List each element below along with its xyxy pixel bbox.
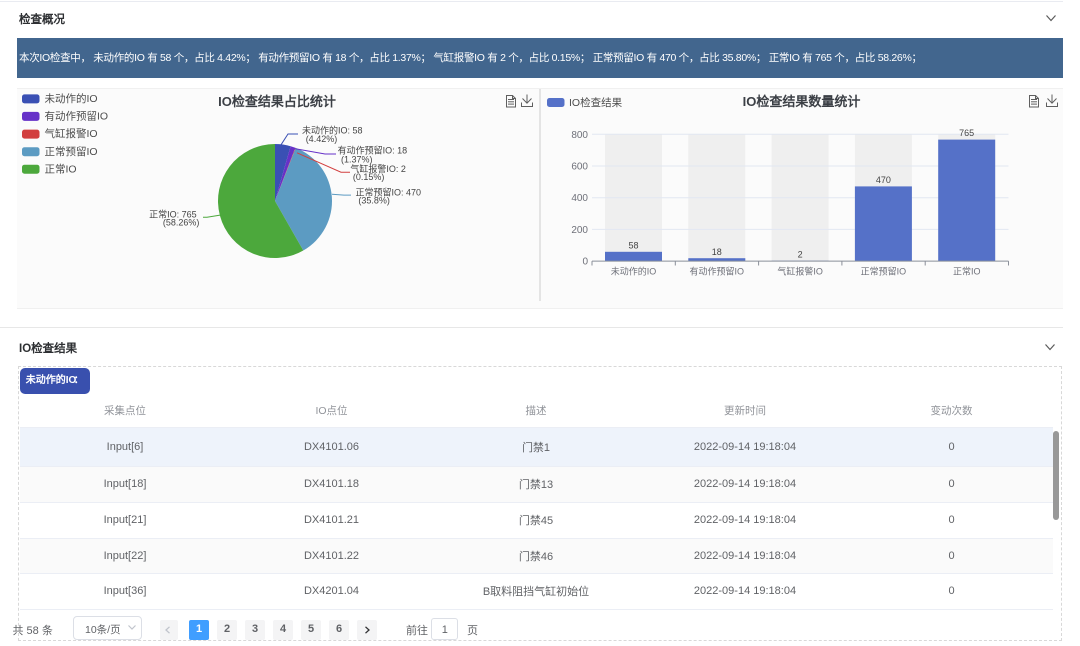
svg-text:正常预留IO: 正常预留IO — [861, 266, 907, 277]
svg-text:IO检查结果数量统计: IO检查结果数量统计 — [743, 94, 861, 109]
svg-text:未动作的IO: 未动作的IO — [45, 92, 98, 105]
svg-text:200: 200 — [571, 225, 588, 236]
svg-text:气缸报警IO: 气缸报警IO — [777, 266, 823, 277]
svg-text:18: 18 — [712, 247, 722, 257]
svg-text:IO检查结果占比统计: IO检查结果占比统计 — [218, 94, 336, 109]
svg-text:正常预留IO: 正常预留IO — [45, 145, 98, 158]
svg-text:470: 470 — [876, 175, 891, 185]
svg-text:(35.8%): (35.8%) — [358, 196, 390, 206]
svg-text:正常IO: 正常IO — [45, 162, 77, 175]
svg-text:气缸报警IO: 气缸报警IO — [45, 127, 98, 140]
svg-text:有动作预留IO: 有动作预留IO — [45, 110, 109, 123]
svg-text:58: 58 — [628, 241, 638, 251]
svg-text:0: 0 — [582, 257, 588, 268]
svg-text:765: 765 — [959, 128, 974, 138]
svg-text:(58.26%): (58.26%) — [163, 218, 200, 228]
svg-text:IO检查结果: IO检查结果 — [569, 96, 623, 109]
svg-text:有动作预留IO: 有动作预留IO — [690, 266, 745, 277]
svg-text:正常IO: 正常IO — [953, 266, 981, 277]
svg-text:400: 400 — [571, 193, 588, 204]
svg-text:(0.15%): (0.15%) — [353, 172, 385, 182]
svg-text:(4.42%): (4.42%) — [306, 134, 338, 144]
svg-text:600: 600 — [571, 162, 588, 173]
svg-text:未动作的IO: 未动作的IO — [611, 266, 657, 277]
svg-text:800: 800 — [571, 130, 588, 141]
svg-text:2: 2 — [798, 249, 803, 259]
